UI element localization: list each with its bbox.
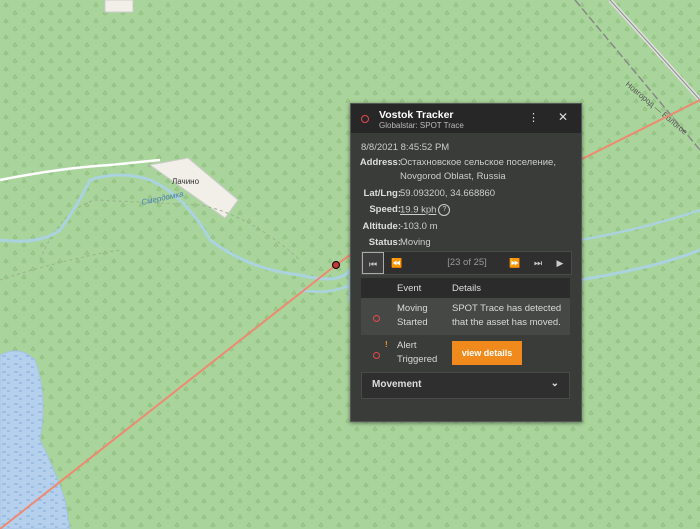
address-line1: Остахновское сельское поселение,: [400, 157, 556, 168]
previous-point-button[interactable]: ⏪: [386, 252, 408, 274]
point-navigation: ⏮ ⏪ [23 of 25] ⏩ ⏭ ▶: [361, 251, 572, 275]
altitude-value: -103.0 m: [400, 221, 438, 232]
latlng-label: Lat/Lng:: [363, 188, 401, 199]
events-table: Event Details Moving Started SPOT Trace …: [361, 278, 570, 371]
chevron-down-icon: ⌄: [550, 378, 559, 389]
help-icon[interactable]: ?: [438, 204, 451, 216]
event-details-line2: that the asset has moved.: [452, 317, 561, 328]
track-point-marker[interactable]: [331, 260, 341, 270]
tracker-status-icon: [361, 115, 369, 123]
table-header: Event Details: [361, 278, 570, 298]
address-row: Address: Остахновское сельское поселение…: [351, 157, 581, 185]
tracker-device: Globalstar: SPOT Trace: [379, 121, 464, 130]
status-value: Moving: [400, 237, 431, 248]
address-line2: Novgorod Oblast, Russia: [400, 171, 506, 182]
view-details-button[interactable]: view details: [452, 341, 522, 365]
table-row: ! Alert Triggered view details: [361, 335, 570, 371]
timestamp: 8/8/2021 8:45:52 PM: [361, 142, 450, 153]
tracker-popup: Vostok Tracker Globalstar: SPOT Trace ⋮ …: [350, 103, 582, 422]
warning-icon: !: [385, 340, 388, 349]
next-point-button[interactable]: ⏩: [504, 252, 526, 274]
latlng-value: 59.093200, 34.668860: [400, 188, 496, 199]
table-row: Moving Started SPOT Trace has detected t…: [361, 298, 570, 335]
status-label: Status:: [368, 237, 401, 248]
tracker-name: Vostok Tracker: [379, 109, 454, 121]
first-point-button[interactable]: ⏮: [362, 252, 384, 274]
event-marker-icon: [373, 352, 380, 359]
field: [104, 0, 134, 13]
movement-dropdown[interactable]: Movement ⌄: [361, 372, 570, 399]
event-name-line1: Alert: [397, 340, 417, 351]
movement-label: Movement: [372, 379, 422, 390]
play-button[interactable]: ▶: [550, 252, 570, 274]
speed-label: Speed:: [369, 204, 401, 215]
speed-value[interactable]: 19.9 kph: [400, 205, 436, 216]
column-header-event: Event: [397, 283, 422, 294]
place-label: Лачино: [172, 177, 200, 186]
more-options-icon[interactable]: ⋮: [528, 111, 539, 124]
event-name-line1: Moving: [397, 303, 428, 314]
event-marker-icon: [373, 315, 380, 322]
address-label: Address:: [359, 157, 401, 168]
popup-header: Vostok Tracker Globalstar: SPOT Trace ⋮ …: [351, 104, 581, 133]
event-name-line2: Triggered: [397, 354, 438, 365]
event-name-line2: Started: [397, 317, 428, 328]
close-icon[interactable]: ✕: [558, 110, 568, 124]
event-details-line1: SPOT Trace has detected: [452, 303, 562, 314]
altitude-label: Altitude:: [362, 221, 401, 232]
last-point-button[interactable]: ⏭: [527, 252, 549, 274]
column-header-details: Details: [452, 283, 482, 294]
